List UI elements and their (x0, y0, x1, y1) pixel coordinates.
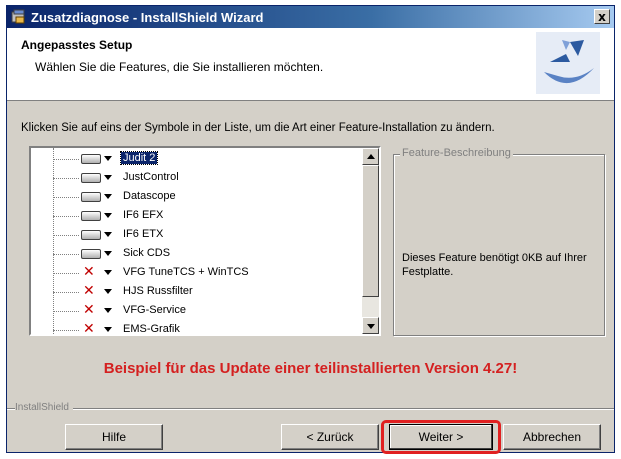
feature-label[interactable]: HJS Russfilter (121, 285, 195, 297)
feature-state-dropdown[interactable]: ✕ (79, 302, 115, 318)
tree-branch-line (53, 197, 79, 198)
tree-branch-line (53, 216, 79, 217)
not-installed-icon: ✕ (83, 321, 95, 336)
hard-drive-icon (81, 230, 101, 240)
feature-row[interactable]: ✕ EMS-Grafik (31, 321, 361, 336)
installer-icon (11, 9, 25, 24)
feature-row[interactable]: IF6 ETX (31, 226, 361, 245)
feature-label[interactable]: Datascope (121, 190, 178, 202)
hard-drive-icon (81, 249, 101, 259)
installshield-brand-label: InstallShield (15, 402, 73, 413)
window-title: Zusatzdiagnose - InstallShield Wizard (31, 10, 264, 25)
feature-label[interactable]: IF6 EFX (121, 209, 165, 221)
feature-description-text: Dieses Feature benötigt 0KB auf Ihrer Fe… (402, 252, 587, 278)
feature-description-group: Feature-Beschreibung Dieses Feature benö… (393, 147, 605, 336)
wizard-header: Angepasstes Setup Wählen Sie die Feature… (7, 28, 614, 101)
feature-label[interactable]: VFG TuneTCS + WinTCS (121, 266, 251, 278)
feature-row[interactable]: JustControl (31, 169, 361, 188)
feature-tree-scrollbar[interactable] (362, 148, 379, 334)
chevron-down-icon (104, 308, 112, 313)
scroll-down-button[interactable] (362, 317, 379, 334)
tree-branch-line (53, 235, 79, 236)
tree-branch-line (53, 254, 79, 255)
wizard-window: Zusatzdiagnose - InstallShield Wizard x … (6, 5, 615, 454)
chevron-down-icon (104, 175, 112, 180)
page-title: Angepasstes Setup (21, 38, 133, 52)
hard-drive-icon (81, 211, 101, 221)
page-subtitle: Wählen Sie die Features, die Sie install… (35, 60, 324, 74)
chevron-down-icon (104, 327, 112, 332)
not-installed-icon: ✕ (83, 264, 95, 280)
feature-row[interactable]: Judit 2 (31, 150, 361, 169)
feature-list: Judit 2 JustControl Datascope IF6 EFX IF6 ET… (31, 148, 361, 334)
feature-label[interactable]: Judit 2 (119, 151, 159, 165)
feature-label[interactable]: VFG-Service (121, 304, 188, 316)
hard-drive-icon (81, 192, 101, 202)
arrow-down-icon (367, 324, 375, 329)
feature-state-dropdown[interactable]: ✕ (79, 264, 115, 280)
feature-tree[interactable]: Judit 2 JustControl Datascope IF6 EFX IF6 ET… (29, 146, 381, 336)
chevron-down-icon (104, 213, 112, 218)
hard-drive-icon (81, 173, 101, 183)
feature-label[interactable]: IF6 ETX (121, 228, 165, 240)
feature-row[interactable]: ✕ HJS Russfilter (31, 283, 361, 302)
feature-row[interactable]: IF6 EFX (31, 207, 361, 226)
feature-state-dropdown[interactable] (79, 171, 115, 185)
feature-row[interactable]: Sick CDS (31, 245, 361, 264)
scroll-up-button[interactable] (362, 148, 379, 165)
installshield-logo-icon (536, 32, 600, 94)
tree-branch-line (53, 273, 79, 274)
tree-branch-line (53, 330, 79, 331)
not-installed-icon: ✕ (83, 302, 95, 318)
feature-state-dropdown[interactable] (79, 209, 115, 223)
tree-branch-line (53, 159, 79, 160)
update-example-banner: Beispiel für das Update einer teilinstal… (103, 360, 518, 377)
feature-state-dropdown[interactable] (79, 190, 115, 204)
feature-row[interactable]: Datascope (31, 188, 361, 207)
feature-state-dropdown[interactable] (79, 152, 115, 166)
tree-branch-line (53, 311, 79, 312)
feature-label[interactable]: JustControl (121, 171, 181, 183)
cancel-button[interactable]: Abbrechen (503, 424, 601, 450)
feature-label[interactable]: EMS-Grafik (121, 323, 182, 334)
next-button-highlight (381, 420, 501, 454)
tree-branch-line (53, 178, 79, 179)
hard-drive-icon (81, 154, 101, 164)
scroll-thumb[interactable] (362, 165, 379, 297)
chevron-down-icon (104, 156, 112, 161)
close-button[interactable]: x (594, 9, 610, 24)
back-button[interactable]: < Zurück (281, 424, 379, 450)
feature-description-legend: Feature-Beschreibung (400, 147, 513, 159)
feature-state-dropdown[interactable]: ✕ (79, 321, 115, 336)
tree-branch-line (53, 292, 79, 293)
feature-label[interactable]: Sick CDS (121, 247, 172, 259)
arrow-up-icon (367, 154, 375, 159)
help-button[interactable]: Hilfe (65, 424, 163, 450)
instruction-text: Klicken Sie auf eins der Symbole in der … (21, 122, 495, 134)
feature-row[interactable]: ✕ VFG-Service (31, 302, 361, 321)
title-bar[interactable]: Zusatzdiagnose - InstallShield Wizard x (7, 6, 614, 28)
chevron-down-icon (104, 251, 112, 256)
feature-state-dropdown[interactable] (79, 228, 115, 242)
chevron-down-icon (104, 232, 112, 237)
not-installed-icon: ✕ (83, 283, 95, 299)
chevron-down-icon (104, 194, 112, 199)
feature-state-dropdown[interactable]: ✕ (79, 283, 115, 299)
feature-state-dropdown[interactable] (79, 247, 115, 261)
footer-divider-highlight (7, 409, 614, 410)
feature-row[interactable]: ✕ VFG TuneTCS + WinTCS (31, 264, 361, 283)
chevron-down-icon (104, 270, 112, 275)
chevron-down-icon (104, 289, 112, 294)
